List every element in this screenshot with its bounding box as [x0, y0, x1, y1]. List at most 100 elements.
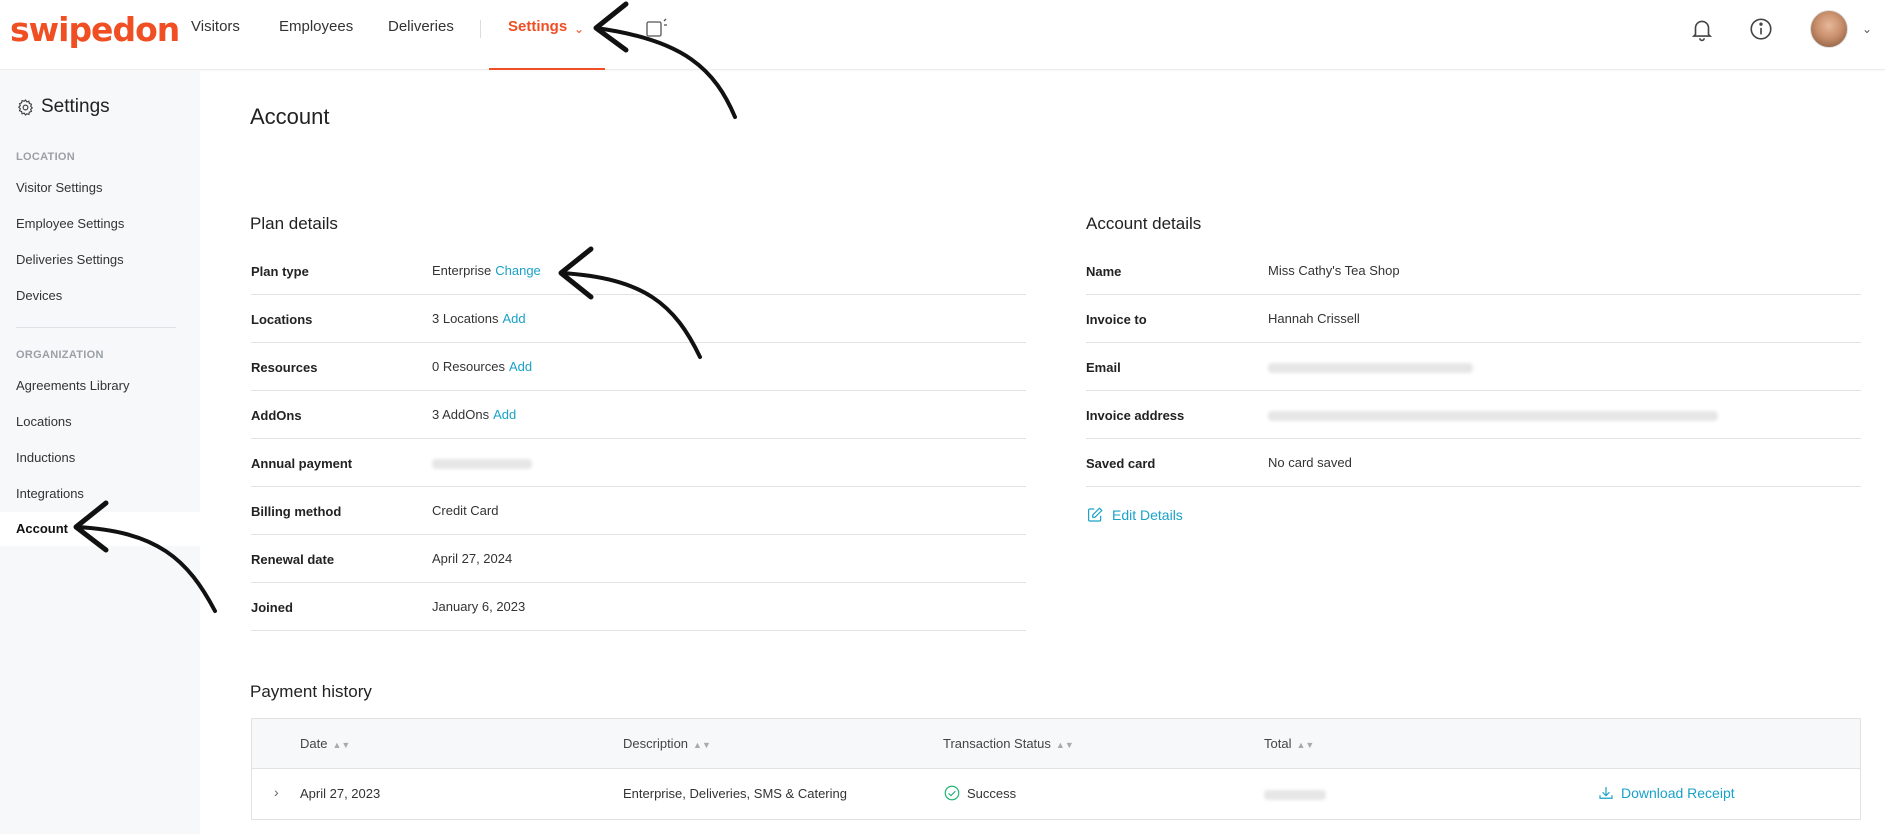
chevron-down-icon: ⌄ — [574, 22, 585, 36]
sidebar-item-locations[interactable]: Locations — [16, 414, 72, 429]
column-date[interactable]: Date ▲▼ — [300, 736, 350, 751]
sidebar-item-integrations[interactable]: Integrations — [16, 486, 84, 501]
payment-status: Success — [943, 784, 1016, 802]
table-row: › April 27, 2023 Enterprise, Deliveries,… — [252, 769, 1860, 819]
edit-details-button[interactable]: Edit Details — [1086, 506, 1183, 524]
plan-row-plan-type: Plan type Enterprise Change — [251, 247, 1026, 295]
column-description-label: Description — [623, 736, 689, 751]
edit-details-label: Edit Details — [1112, 507, 1183, 523]
sidebar-item-agreements-library[interactable]: Agreements Library — [16, 378, 129, 393]
top-navigation-bar: swipedon Visitors Employees Deliveries S… — [0, 0, 1885, 70]
account-row-label: Email — [1086, 360, 1121, 375]
nav-settings[interactable]: Settings ⌄ — [489, 0, 605, 70]
plan-type-value: Enterprise — [432, 263, 492, 278]
plan-row-value: 3 Locations Add — [432, 311, 526, 326]
plan-details-title: Plan details — [250, 214, 338, 233]
column-total-label: Total — [1264, 736, 1292, 751]
column-transaction-status[interactable]: Transaction Status ▲▼ — [943, 736, 1074, 751]
user-avatar[interactable] — [1810, 10, 1848, 48]
column-status-label: Transaction Status — [943, 736, 1051, 751]
plan-row-value: 3 AddOns Add — [432, 407, 516, 422]
invoice-to-value: Hannah Crissell — [1268, 311, 1360, 326]
account-name-value: Miss Cathy's Tea Shop — [1268, 263, 1400, 278]
chevron-down-icon[interactable]: ⌄ — [1862, 22, 1872, 36]
gear-icon — [17, 98, 34, 116]
add-location-link[interactable]: Add — [503, 311, 526, 326]
plan-row-label: Annual payment — [251, 456, 353, 471]
sidebar-item-visitor-settings[interactable]: Visitor Settings — [16, 180, 102, 195]
add-resource-link[interactable]: Add — [509, 359, 532, 374]
sidebar-item-deliveries-settings[interactable]: Deliveries Settings — [16, 252, 124, 267]
account-row-saved-card: Saved card No card saved — [1086, 439, 1861, 487]
sort-icon: ▲▼ — [1055, 740, 1074, 750]
kiosk-icon[interactable] — [644, 18, 668, 40]
settings-sidebar: Settings LOCATION Visitor Settings Emplo… — [0, 70, 200, 834]
bell-icon[interactable] — [1689, 16, 1715, 42]
sidebar-section-organization: ORGANIZATION — [16, 349, 104, 361]
plan-row-billing-method: Billing method Credit Card — [251, 487, 1026, 535]
sidebar-divider — [16, 327, 176, 328]
payment-description: Enterprise, Deliveries, SMS & Catering — [623, 786, 847, 801]
info-icon[interactable] — [1748, 16, 1774, 42]
account-row-invoice-address: Invoice address — [1086, 391, 1861, 439]
plan-row-label: Locations — [251, 312, 313, 327]
plan-row-resources: Resources 0 Resources Add — [251, 343, 1026, 391]
sidebar-item-employee-settings[interactable]: Employee Settings — [16, 216, 124, 231]
account-row-email: Email — [1086, 343, 1861, 391]
plan-row-value: 0 Resources Add — [432, 359, 532, 374]
account-row-label: Invoice address — [1086, 408, 1185, 423]
swipedon-logo[interactable]: swipedon — [10, 10, 180, 49]
sidebar-item-account[interactable]: Account — [0, 512, 200, 546]
plan-row-label: Joined — [251, 600, 293, 615]
payment-total-redacted — [1264, 786, 1326, 801]
payment-status-label: Success — [967, 785, 1017, 801]
sort-icon: ▲▼ — [332, 740, 351, 750]
plan-row-label: Renewal date — [251, 552, 335, 567]
billing-method-value: Credit Card — [432, 503, 499, 518]
table-header: Date ▲▼ Description ▲▼ Transaction Status ▲… — [252, 719, 1860, 769]
page-title: Account — [250, 104, 330, 129]
download-receipt-label: Download Receipt — [1621, 785, 1735, 801]
check-circle-icon — [944, 785, 960, 801]
payment-history-title: Payment history — [250, 682, 372, 701]
chevron-right-icon[interactable]: › — [274, 784, 279, 800]
sidebar-title: Settings — [16, 96, 110, 118]
account-row-name: Name Miss Cathy's Tea Shop — [1086, 247, 1861, 295]
email-redacted — [1268, 359, 1473, 374]
download-receipt-button[interactable]: Download Receipt — [1597, 784, 1735, 802]
plan-row-locations: Locations 3 Locations Add — [251, 295, 1026, 343]
sidebar-item-devices[interactable]: Devices — [16, 288, 62, 303]
account-row-label: Invoice to — [1086, 312, 1147, 327]
nav-settings-label: Settings — [508, 18, 568, 35]
column-date-label: Date — [300, 736, 328, 751]
sidebar-item-inductions[interactable]: Inductions — [16, 450, 75, 465]
plan-row-value: Enterprise Change — [432, 263, 541, 278]
sidebar-item-account-label: Account — [16, 521, 68, 536]
column-total[interactable]: Total ▲▼ — [1264, 736, 1314, 751]
sidebar-section-location: LOCATION — [16, 151, 76, 163]
account-row-invoice-to: Invoice to Hannah Crissell — [1086, 295, 1861, 343]
add-addon-link[interactable]: Add — [493, 407, 516, 422]
plan-row-label: AddOns — [251, 408, 302, 423]
nav-deliveries[interactable]: Deliveries — [388, 18, 454, 35]
nav-visitors[interactable]: Visitors — [191, 18, 240, 35]
account-details-title: Account details — [1086, 214, 1202, 233]
saved-card-value: No card saved — [1268, 455, 1352, 470]
plan-row-label: Resources — [251, 360, 318, 375]
edit-icon — [1088, 507, 1103, 522]
account-row-label: Saved card — [1086, 456, 1156, 471]
invoice-address-redacted — [1268, 407, 1718, 422]
addons-value: 3 AddOns — [432, 407, 490, 422]
plan-row-addons: AddOns 3 AddOns Add — [251, 391, 1026, 439]
nav-employees[interactable]: Employees — [279, 18, 353, 35]
plan-row-joined: Joined January 6, 2023 — [251, 583, 1026, 631]
column-description[interactable]: Description ▲▼ — [623, 736, 711, 751]
sidebar-title-text: Settings — [41, 96, 110, 117]
change-plan-link[interactable]: Change — [495, 263, 541, 278]
annual-payment-redacted — [432, 455, 532, 470]
sort-icon: ▲▼ — [693, 740, 711, 750]
plan-row-annual-payment: Annual payment — [251, 439, 1026, 487]
account-row-label: Name — [1086, 264, 1122, 279]
joined-value: January 6, 2023 — [432, 599, 526, 614]
payment-date: April 27, 2023 — [300, 786, 381, 801]
